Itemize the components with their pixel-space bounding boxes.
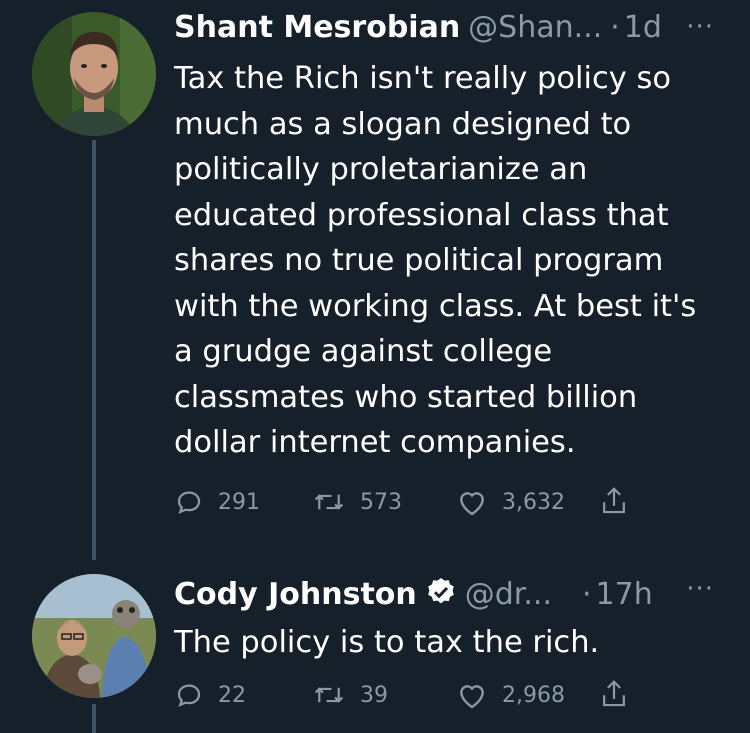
like-button[interactable]: 3,632 <box>456 487 565 517</box>
like-count: 3,632 <box>502 489 565 515</box>
retweet-count: 39 <box>360 682 388 708</box>
tweet-shant[interactable]: Shant Mesrobian @Shan... · 1d ··· Tax th… <box>0 0 750 560</box>
share-button[interactable] <box>599 678 629 710</box>
avatar[interactable] <box>32 12 156 136</box>
tweet-header: Cody Johnston @dr... · 17h <box>174 572 653 613</box>
more-options-icon[interactable]: ··· <box>686 12 714 42</box>
tweet-cody[interactable]: Cody Johnston @dr... · 17h ··· The polic… <box>0 560 750 733</box>
retweet-button[interactable]: 573 <box>312 487 402 517</box>
separator-dot: · <box>610 10 620 45</box>
share-icon <box>603 680 625 707</box>
like-icon <box>460 492 484 516</box>
display-name[interactable]: Shant Mesrobian <box>174 10 460 46</box>
display-name[interactable]: Cody Johnston <box>174 577 417 613</box>
tweet-text: Tax the Rich isn't really policy so much… <box>174 61 697 460</box>
share-button[interactable] <box>599 485 629 517</box>
reply-count: 22 <box>218 682 246 708</box>
thread-line <box>92 704 96 733</box>
avatar[interactable] <box>32 574 156 698</box>
tweet-text: The policy is to tax the rich. <box>174 625 600 660</box>
tweet-header: Shant Mesrobian @Shan... · 1d <box>174 10 662 46</box>
share-icon <box>603 487 625 514</box>
like-icon <box>460 685 484 709</box>
reply-button[interactable]: 22 <box>174 680 246 710</box>
reply-button[interactable]: 291 <box>174 487 260 517</box>
retweet-count: 573 <box>360 489 402 515</box>
username-handle[interactable]: @Shan... <box>468 10 602 46</box>
like-count: 2,968 <box>502 682 565 708</box>
verified-badge-icon <box>425 576 457 617</box>
username-handle[interactable]: @dr... <box>465 577 552 613</box>
separator-dot: · <box>582 577 592 612</box>
retweet-icon <box>314 687 344 703</box>
retweet-button[interactable]: 39 <box>312 680 388 710</box>
timestamp[interactable]: 17h <box>596 577 653 613</box>
like-button[interactable]: 2,968 <box>456 680 565 710</box>
retweet-icon <box>314 494 344 510</box>
more-options-icon[interactable]: ··· <box>686 574 714 604</box>
timestamp[interactable]: 1d <box>624 10 662 46</box>
reply-count: 291 <box>218 489 260 515</box>
thread-line <box>92 140 96 560</box>
reply-icon <box>177 684 201 708</box>
reply-icon <box>177 491 201 515</box>
